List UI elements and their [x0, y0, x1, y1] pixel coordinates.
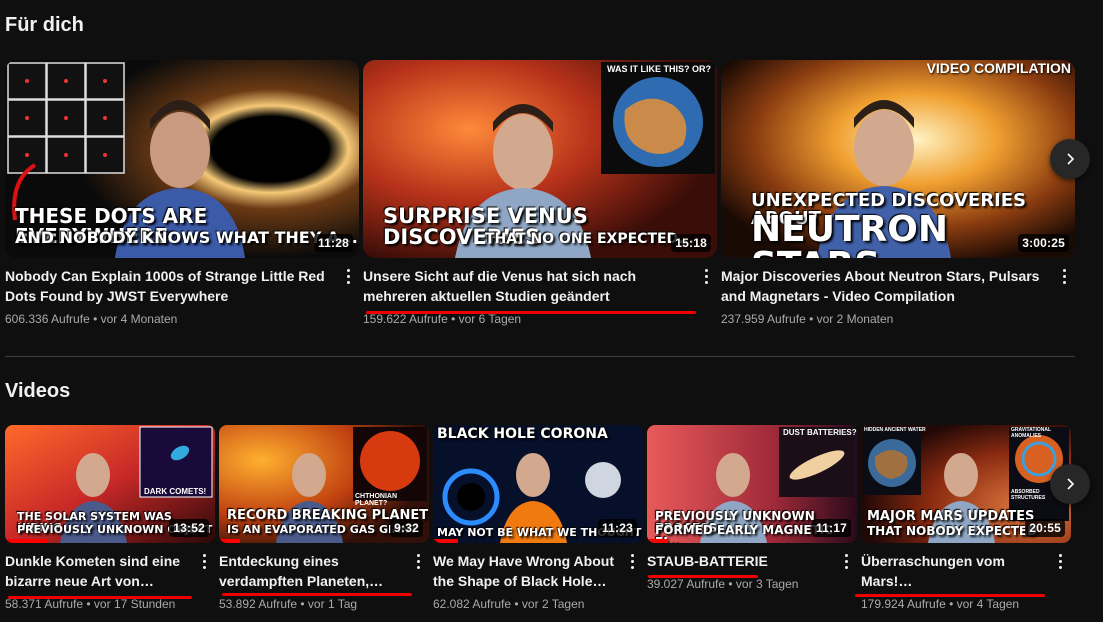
video-card[interactable]: THESE DOTS ARE EVERYWHERE AND NOBODY KNO… — [5, 60, 359, 326]
thumbnail-inset-label: DARK COMETS! — [144, 487, 207, 496]
video-duration: 11:17 — [811, 519, 851, 537]
thumbnail-inset-label: CHTHONIAN PLANET? — [355, 493, 397, 507]
underline-annotation — [366, 311, 696, 314]
video-thumbnail[interactable]: DUST BATTERIES? PREVIOUSLY UNKNOWN PROCE… — [647, 425, 857, 543]
more-vert-icon[interactable] — [413, 551, 423, 571]
video-title[interactable]: We May Have Wrong About the Shape of Bla… — [433, 551, 643, 591]
video-thumbnail[interactable]: DARK COMETS! THE SOLAR SYSTEM WAS HIDING… — [5, 425, 215, 543]
watch-progress — [433, 539, 459, 543]
more-vert-icon[interactable] — [627, 551, 637, 571]
watch-progress — [5, 539, 47, 543]
video-duration: 20:55 — [1025, 519, 1065, 537]
video-stats: 179.924 Aufrufe • vor 4 Tagen — [861, 597, 1020, 611]
video-duration: 15:18 — [671, 234, 711, 252]
video-title[interactable]: Entdeckung eines verdampften Planeten, d… — [219, 551, 429, 591]
video-thumbnail[interactable]: HIDDEN ANCIENT WATER GRAVITATIONAL ANOMA… — [861, 425, 1071, 543]
more-vert-icon[interactable] — [1055, 551, 1065, 571]
video-thumbnail[interactable]: BLACK HOLE CORONA MAY NOT BE WHAT WE THO… — [433, 425, 643, 543]
video-duration: 11:28 — [313, 234, 353, 252]
video-card[interactable]: DARK COMETS! THE SOLAR SYSTEM WAS HIDING… — [5, 425, 215, 611]
section-divider — [5, 356, 1075, 357]
section-title-for-you: Für dich — [5, 14, 84, 36]
thumbnail-top-label: VIDEO COMPILATION — [926, 60, 1071, 76]
underline-annotation — [648, 575, 758, 578]
underline-annotation — [8, 596, 192, 599]
more-vert-icon[interactable] — [343, 266, 353, 286]
video-duration: 13:52 — [169, 519, 209, 537]
video-thumbnail[interactable]: THESE DOTS ARE EVERYWHERE AND NOBODY KNO… — [5, 60, 359, 258]
thumbnail-inset-label: WAS IT LIKE THIS? OR? — [607, 64, 711, 74]
video-title[interactable]: STAUB-BATTERIE — [647, 551, 857, 571]
video-title[interactable]: Nobody Can Explain 1000s of Strange Litt… — [5, 266, 359, 306]
carousel-next-button[interactable] — [1050, 139, 1090, 179]
underline-annotation — [222, 593, 412, 596]
video-title[interactable]: Dunkle Kometen sind eine bizarre neue Ar… — [5, 551, 215, 591]
thumbnail-caption-1: BLACK HOLE CORONA — [437, 426, 608, 442]
video-stats: 62.082 Aufrufe • vor 2 Tagen — [433, 597, 585, 611]
thumbnail-caption-2: THAT NOBODY EXPECTED — [867, 524, 1038, 538]
video-thumbnail[interactable]: CHTHONIAN PLANET? RECORD BREAKING PLANET… — [219, 425, 429, 543]
thumbnail-inset-label: DUST BATTERIES? — [783, 428, 857, 437]
thumbnail-caption-1: MAJOR MARS UPDATES — [867, 509, 1035, 524]
watch-progress — [647, 539, 668, 543]
video-stats: 58.371 Aufrufe • vor 17 Stunden — [5, 597, 176, 611]
video-duration: 11:23 — [597, 519, 637, 537]
video-title[interactable]: Major Discoveries About Neutron Stars, P… — [721, 266, 1075, 306]
more-vert-icon[interactable] — [841, 551, 851, 571]
thumbnail-inset-label-right: GRAVITATIONAL ANOMALIES — [1011, 427, 1051, 439]
thumbnail-inset-label-left: HIDDEN ANCIENT WATER — [864, 427, 926, 433]
video-card[interactable]: WAS IT LIKE THIS? OR? SURPRISE VENUS DIS… — [363, 60, 717, 326]
video-duration: 9:32 — [390, 519, 423, 537]
more-vert-icon[interactable] — [199, 551, 209, 571]
video-stats: 606.336 Aufrufe • vor 4 Monaten — [5, 312, 178, 326]
carousel-next-button[interactable] — [1050, 464, 1090, 504]
watch-progress — [219, 539, 240, 543]
chevron-right-icon — [1067, 478, 1075, 490]
underline-annotation — [855, 594, 1045, 597]
video-title[interactable]: Unsere Sicht auf die Venus hat sich nach… — [363, 266, 717, 306]
video-card[interactable]: CHTHONIAN PLANET? RECORD BREAKING PLANET… — [219, 425, 429, 611]
more-vert-icon[interactable] — [701, 266, 711, 286]
video-card[interactable]: VIDEO COMPILATION UNEXPECTED DISCOVERIES… — [721, 60, 1075, 326]
video-thumbnail[interactable]: WAS IT LIKE THIS? OR? SURPRISE VENUS DIS… — [363, 60, 717, 258]
thumbnail-caption-2: IS AN EVAPORATED GAS GIANT — [227, 523, 418, 536]
video-duration: 3:00:25 — [1018, 234, 1069, 252]
video-card[interactable]: HIDDEN ANCIENT WATER GRAVITATIONAL ANOMA… — [861, 425, 1071, 611]
video-card[interactable]: BLACK HOLE CORONA MAY NOT BE WHAT WE THO… — [433, 425, 643, 611]
thumbnail-caption-2: THAT NO ONE EXPECTED... — [485, 231, 695, 247]
video-stats: 53.892 Aufrufe • vor 1 Tag — [219, 597, 358, 611]
video-stats: 159.622 Aufrufe • vor 6 Tagen — [363, 312, 522, 326]
thumbnail-caption-2: AND NOBODY KNOWS WHAT THEY A... — [15, 228, 358, 247]
chevron-right-icon — [1067, 153, 1075, 165]
video-stats: 237.959 Aufrufe • vor 2 Monaten — [721, 312, 894, 326]
video-stats: 39.027 Aufrufe • vor 3 Tagen — [647, 577, 799, 591]
section-title-videos: Videos — [5, 380, 71, 402]
more-vert-icon[interactable] — [1059, 266, 1069, 286]
video-title[interactable]: Überraschungen vom Mars! Gravitationsano… — [861, 551, 1071, 591]
video-card[interactable]: DUST BATTERIES? PREVIOUSLY UNKNOWN PROCE… — [647, 425, 857, 591]
video-thumbnail[interactable]: VIDEO COMPILATION UNEXPECTED DISCOVERIES… — [721, 60, 1075, 258]
